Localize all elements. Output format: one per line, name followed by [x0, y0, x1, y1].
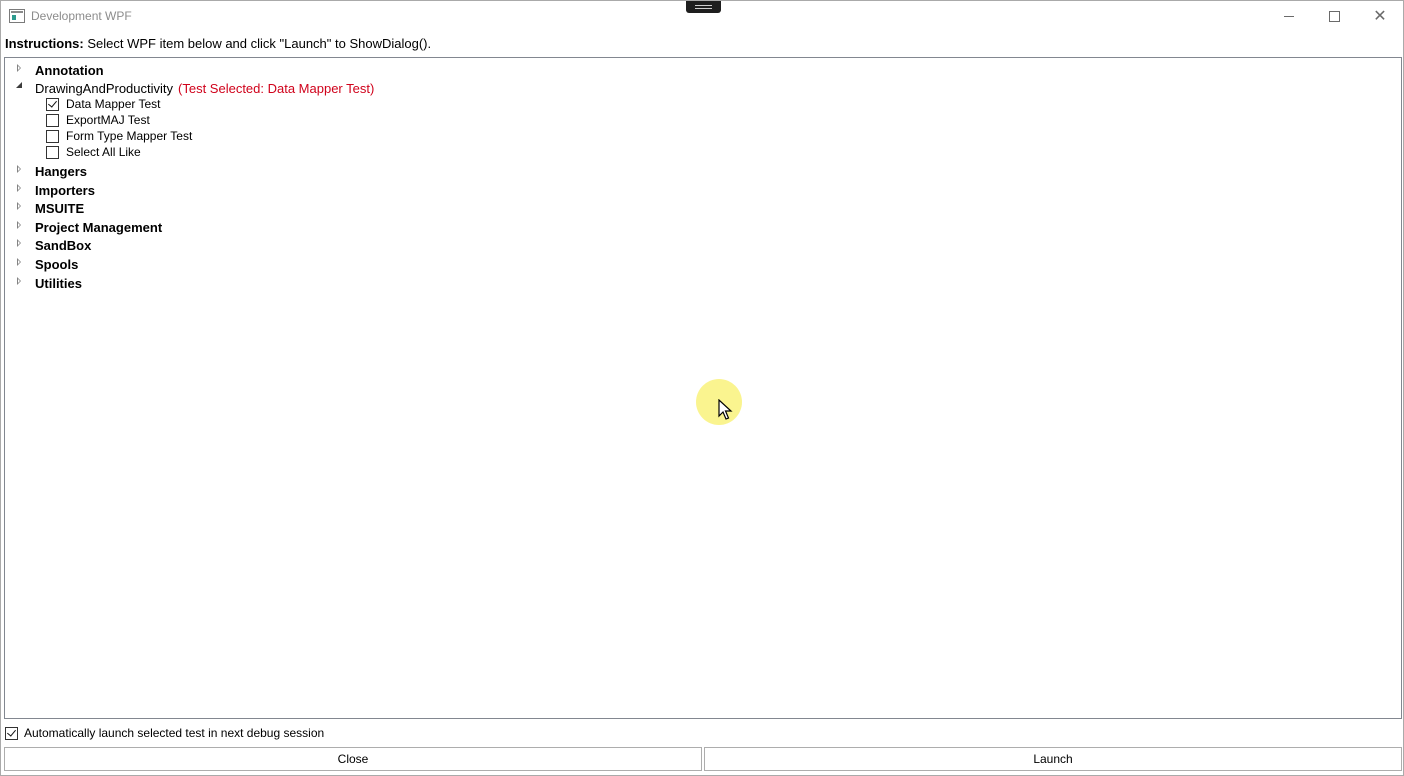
tree-node-label: Annotation — [35, 62, 104, 78]
expand-arrow-icon[interactable] — [15, 63, 25, 73]
tree-node-hangers[interactable]: Hangers — [15, 162, 87, 180]
tree-node-drawingandproductivity[interactable]: DrawingAndProductivity (Test Selected: D… — [15, 79, 374, 97]
close-icon: ✕ — [1373, 7, 1387, 25]
tree-node-annotation[interactable]: Annotation — [15, 61, 104, 79]
child-label: ExportMAJ Test — [66, 113, 150, 127]
auto-launch-label: Automatically launch selected test in ne… — [24, 726, 325, 740]
launch-button[interactable]: Launch — [704, 747, 1402, 771]
expand-arrow-icon[interactable] — [15, 257, 25, 267]
expand-arrow-icon[interactable] — [15, 276, 25, 286]
checkbox-icon[interactable] — [46, 145, 59, 159]
instructions-label: Instructions: — [5, 36, 84, 51]
child-label: Data Mapper Test — [66, 97, 161, 111]
child-label: Select All Like — [66, 145, 141, 159]
window-title: Development WPF — [31, 9, 132, 23]
tree-node-label: Project Management — [35, 219, 163, 235]
checkbox-icon[interactable] — [46, 113, 59, 127]
checkbox-icon[interactable] — [46, 97, 59, 111]
app-icon — [9, 9, 25, 23]
minimize-icon — [1284, 16, 1294, 17]
tree-node-label: Hangers — [35, 163, 88, 179]
instructions-text: Select WPF item below and click "Launch"… — [83, 36, 432, 51]
close-window-button[interactable]: ✕ — [1357, 1, 1403, 32]
tree-node-label: DrawingAndProductivity — [35, 80, 174, 96]
collapse-arrow-icon[interactable] — [15, 81, 25, 91]
main-window: Development WPF ✕ Instructions: Select W… — [0, 0, 1404, 776]
tree-child-exportmaj-test[interactable]: ExportMAJ Test — [46, 112, 150, 128]
tree-node-label: Spools — [35, 256, 79, 272]
close-button[interactable]: Close — [4, 747, 702, 771]
tree-node-label: MSUITE — [35, 200, 85, 216]
maximize-button[interactable] — [1311, 1, 1357, 32]
instructions: Instructions: Select WPF item below and … — [5, 36, 431, 51]
auto-launch-checkbox[interactable] — [5, 726, 18, 740]
expand-arrow-icon[interactable] — [15, 164, 25, 174]
child-label: Form Type Mapper Test — [66, 129, 193, 143]
minimize-button[interactable] — [1266, 1, 1312, 32]
expand-arrow-icon[interactable] — [15, 220, 25, 230]
title-bar[interactable]: Development WPF ✕ — [1, 1, 1403, 32]
tree-node-msuite[interactable]: MSUITE — [15, 199, 84, 217]
maximize-icon — [1328, 11, 1340, 22]
tree-node-label: SandBox — [35, 237, 92, 253]
tree-child-form-type-mapper-test[interactable]: Form Type Mapper Test — [46, 128, 192, 144]
tree-node-spools[interactable]: Spools — [15, 255, 78, 273]
tree-node-project-management[interactable]: Project Management — [15, 218, 162, 236]
auto-launch-row[interactable]: Automatically launch selected test in ne… — [5, 726, 324, 740]
expand-arrow-icon[interactable] — [15, 183, 25, 193]
expand-arrow-icon[interactable] — [15, 201, 25, 211]
expand-arrow-icon[interactable] — [15, 238, 25, 248]
snap-grip-icon[interactable] — [686, 1, 721, 13]
tree-node-label: Utilities — [35, 275, 82, 291]
tree-node-importers[interactable]: Importers — [15, 181, 95, 199]
tree-child-select-all-like[interactable]: Select All Like — [46, 144, 141, 160]
selected-test-note: (Test Selected: Data Mapper Test) — [178, 80, 375, 96]
tree-node-label: Importers — [35, 182, 95, 198]
tree-node-sandbox[interactable]: SandBox — [15, 236, 91, 254]
tree-child-data-mapper-test[interactable]: Data Mapper Test — [46, 96, 161, 112]
checkbox-icon[interactable] — [46, 129, 59, 143]
cursor-icon — [718, 399, 733, 420]
tree-node-utilities[interactable]: Utilities — [15, 274, 82, 292]
